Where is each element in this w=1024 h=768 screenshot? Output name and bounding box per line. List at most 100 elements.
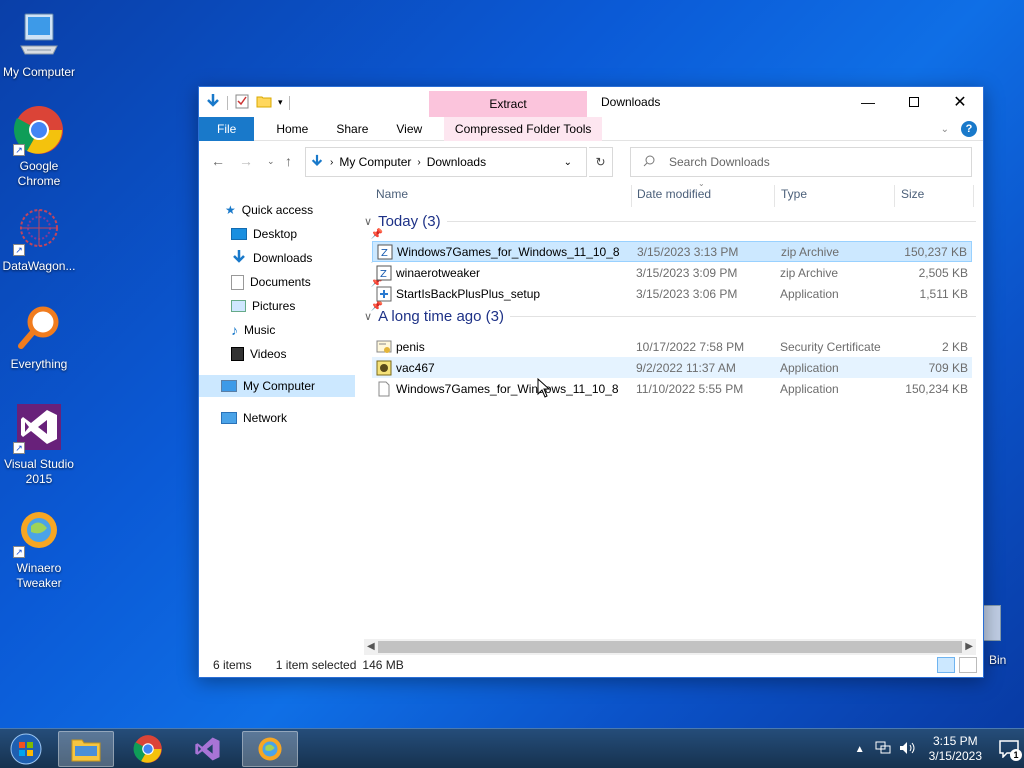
taskbar-file-explorer[interactable] [58, 731, 114, 767]
nav-network[interactable]: Network [221, 407, 377, 429]
windows-orb-icon [10, 733, 42, 765]
file-name: Windows7Games_for_Windows_11_10_8 [397, 244, 620, 259]
desktop-icon-label: Winaero Tweaker [16, 561, 62, 590]
close-button[interactable]: ✕ [937, 87, 983, 117]
column-header-date-modified[interactable]: Date modified [637, 187, 711, 207]
file-date: 3/15/2023 3:09 PM [636, 265, 738, 280]
file-row[interactable]: StartIsBackPlusPlus_setup 3/15/2023 3:06… [372, 283, 972, 304]
new-folder-icon[interactable] [256, 93, 272, 112]
videos-icon [231, 347, 244, 361]
file-name: Windows7Games_for_Windows_11_10_8 [396, 381, 619, 396]
file-date: 11/10/2022 5:55 PM [636, 381, 744, 396]
desktop-icon-google-chrome[interactable]: ↗ Google Chrome [0, 104, 78, 189]
nav-quick-access[interactable]: ★ Quick access [225, 199, 381, 221]
search-placeholder: Search Downloads [669, 155, 770, 169]
desktop-icon-label: DataWagon... [2, 259, 76, 273]
start-button[interactable] [6, 731, 46, 767]
expand-ribbon-icon[interactable]: ⌄ [941, 124, 949, 135]
certificate-icon [376, 339, 392, 355]
file-row[interactable]: Z Windows7Games_for_Windows_11_10_8 3/15… [372, 241, 972, 262]
visual-studio-icon [195, 737, 220, 761]
taskbar-google-chrome[interactable] [120, 731, 176, 767]
visual-studio-icon: ↗ [13, 402, 65, 454]
documents-icon [231, 274, 244, 290]
column-header-name[interactable]: Name [376, 187, 408, 207]
search-icon [643, 155, 655, 170]
search-field[interactable]: Search Downloads [630, 147, 972, 177]
nav-label: Music [244, 323, 276, 337]
properties-icon[interactable] [234, 93, 250, 112]
file-type: Application [780, 360, 839, 375]
file-name: winaerotweaker [396, 265, 481, 280]
file-size: 1,511 KB [919, 286, 968, 301]
tab-home[interactable]: Home [262, 117, 322, 141]
nav-label: Documents [250, 275, 311, 289]
taskbar-visual-studio[interactable] [180, 731, 236, 767]
file-date: 10/17/2022 7:58 PM [636, 339, 745, 354]
nav-label: Desktop [253, 227, 298, 241]
desktop-icon-datawagon[interactable]: ↗ DataWagon... [0, 204, 78, 274]
large-icons-view-icon[interactable] [959, 657, 977, 673]
datawagon-icon: ↗ [13, 204, 65, 256]
status-bar: 6 items 1 item selected 146 MB [199, 653, 983, 677]
recent-locations-icon[interactable]: ⌄ [267, 156, 275, 167]
desktop-icon-label: My Computer [2, 65, 76, 79]
refresh-icon: ↻ [595, 155, 606, 169]
system-tray: ▲ 3:15 PM 3/15/2023 1 [855, 729, 1024, 768]
file-date: 3/15/2023 3:13 PM [637, 244, 739, 259]
file-row[interactable]: vac467 9/2/2022 11:37 AM Application 709… [372, 357, 972, 378]
file-row[interactable]: Windows7Games_for_Windows_11_10_8 11/10/… [372, 378, 972, 399]
action-center-button[interactable]: 1 [994, 734, 1024, 764]
folder-icon [71, 739, 101, 762]
up-arrow-icon[interactable]: ↑ [285, 153, 292, 169]
address-field[interactable]: › My Computer › Downloads ⌄ [305, 147, 587, 177]
group-header-long-time-ago[interactable]: ∨ A long time ago (3) [364, 308, 976, 325]
maximize-button[interactable] [891, 87, 937, 117]
scrollbar-thumb[interactable] [378, 641, 962, 653]
show-hidden-icons-icon[interactable]: ▲ [855, 744, 865, 755]
file-name: vac467 [396, 360, 435, 375]
file-size: 2,505 KB [918, 265, 968, 280]
sort-indicator-icon: ⌄ [698, 179, 705, 188]
taskbar: ▲ 3:15 PM 3/15/2023 1 [0, 728, 1024, 768]
file-row[interactable]: penis 10/17/2022 7:58 PM Security Certif… [372, 336, 972, 357]
clock[interactable]: 3:15 PM 3/15/2023 [929, 734, 982, 764]
download-folder-icon[interactable] [205, 93, 221, 112]
pictures-icon [231, 300, 246, 312]
minimize-button[interactable]: — [845, 87, 891, 117]
taskbar-winaero-tweaker[interactable] [242, 731, 298, 767]
group-header-today[interactable]: ∨ Today (3) [364, 213, 976, 230]
details-view-icon[interactable] [937, 657, 955, 673]
desktop-icon-my-computer[interactable]: My Computer [0, 10, 78, 80]
breadcrumb-my-computer[interactable]: My Computer [339, 155, 411, 169]
context-tab-header: Extract [429, 91, 587, 117]
file-row[interactable]: Z winaerotweaker 3/15/2023 3:09 PM zip A… [372, 262, 972, 283]
network-tray-icon[interactable] [875, 741, 891, 758]
title-bar[interactable]: ▾ Extract Downloads — ✕ [199, 87, 983, 117]
desktop-icon-visual-studio[interactable]: ↗ Visual Studio 2015 [0, 402, 78, 487]
tab-file[interactable]: File [199, 116, 255, 141]
nav-my-computer[interactable]: My Computer [199, 375, 355, 397]
customize-qat-icon[interactable]: ▾ [278, 97, 283, 108]
blank-file-icon [376, 381, 392, 397]
winaero-icon [258, 737, 282, 761]
volume-icon[interactable] [899, 741, 917, 758]
forward-arrow-icon[interactable]: → [239, 153, 253, 169]
music-icon: ♪ [231, 322, 238, 338]
desktop-icon-everything[interactable]: Everything [0, 302, 78, 372]
back-arrow-icon[interactable]: ← [211, 153, 225, 169]
quick-access-toolbar: ▾ [205, 93, 290, 112]
address-dropdown-icon[interactable]: ⌄ [564, 157, 572, 168]
breadcrumb-separator-icon: › [330, 156, 334, 168]
file-name: penis [396, 339, 425, 354]
column-header-type[interactable]: Type [781, 187, 807, 207]
ribbon-tabs: File Home Share View Compressed Folder T… [199, 116, 983, 141]
desktop-icon-winaero-tweaker[interactable]: ↗ Winaero Tweaker [0, 506, 78, 591]
refresh-button[interactable]: ↻ [589, 147, 613, 177]
column-header-size[interactable]: Size [901, 187, 924, 207]
tab-compressed-folder-tools[interactable]: Compressed Folder Tools [444, 116, 603, 141]
tab-view[interactable]: View [382, 117, 436, 141]
help-icon[interactable]: ? [961, 121, 977, 137]
breadcrumb-downloads[interactable]: Downloads [427, 155, 486, 169]
tab-share[interactable]: Share [322, 117, 382, 141]
